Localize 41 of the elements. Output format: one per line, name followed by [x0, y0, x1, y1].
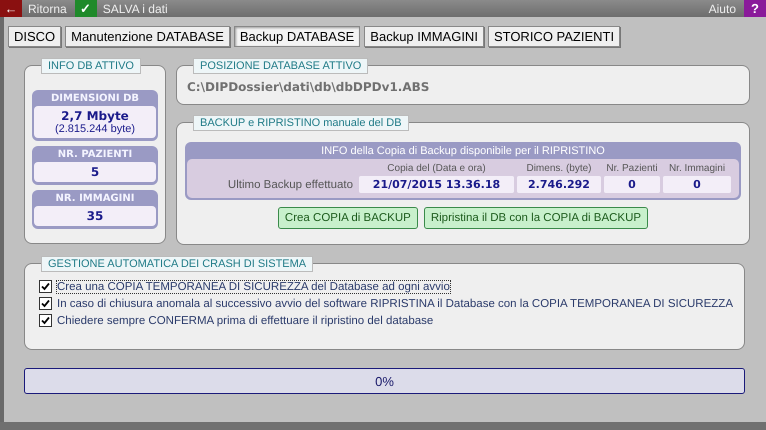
- tab[interactable]: Backup IMMAGINI: [364, 26, 484, 47]
- tab[interactable]: Manutenzione DATABASE: [65, 26, 230, 47]
- save-label[interactable]: SALVA i dati: [96, 2, 176, 16]
- card-detail: (2.815.244 byte): [54, 123, 136, 135]
- card-label: NR. PAZIENTI: [58, 148, 132, 162]
- column-header: Nr. Immagini: [668, 163, 726, 174]
- help-icon[interactable]: ?: [744, 0, 766, 17]
- tab[interactable]: Backup DATABASE: [234, 26, 360, 47]
- panel-title: INFO DB ATTIVO: [41, 58, 141, 74]
- checkbox-label[interactable]: In caso di chiusura anomala al successivo avvio del software RIPRISTINA il Database con la COPIA TEMPORANEA DI SICUREZZA: [57, 298, 733, 310]
- card-value: 2,7 Mbyte: [61, 109, 129, 123]
- value-cell: 0: [663, 176, 731, 193]
- value-cell: 0: [604, 176, 660, 193]
- panel-title: POSIZIONE DATABASE ATTIVO: [193, 58, 368, 74]
- help-label[interactable]: Aiuto: [702, 2, 744, 16]
- info-title: INFO della Copia di Backup disponibile per il RIPRISTINO: [321, 144, 605, 159]
- panel-title: GESTIONE AUTOMATICA DEI CRASH DI SISTEMA: [41, 256, 314, 272]
- back-label[interactable]: Ritorna: [22, 2, 75, 16]
- check-icon[interactable]: ✓: [74, 0, 97, 17]
- restore-button[interactable]: Ripristina il DB con la COPIA di BACKUP: [424, 207, 648, 229]
- checkbox[interactable]: [39, 280, 52, 293]
- tab[interactable]: DISCO: [8, 26, 62, 47]
- checkbox-label[interactable]: Chiedere sempre CONFERMA prima di effettuare il ripristino del database: [57, 314, 434, 326]
- card-label: NR. IMMAGINI: [56, 192, 134, 206]
- column-header: Nr. Pazienti: [605, 163, 659, 174]
- column-header: Dimens. (byte): [525, 163, 592, 174]
- create-backup-button[interactable]: Crea COPIA di BACKUP: [278, 207, 418, 229]
- value-cell: 2.746.292: [517, 176, 601, 193]
- value-cell: 21/07/2015 13.36.18: [359, 176, 514, 193]
- card-value: 5: [90, 165, 100, 179]
- tab[interactable]: STORICO PAZIENTI: [488, 26, 620, 47]
- checkbox[interactable]: [39, 314, 52, 327]
- card-label: DIMENSIONI DB: [50, 92, 140, 106]
- checkbox-label[interactable]: Crea una COPIA TEMPORANEA DI SICUREZZA del Database ad ogni avvio: [57, 280, 450, 292]
- panel-title: BACKUP e RIPRISTINO manuale del DB: [193, 115, 409, 131]
- column-header: Copia del (Data e ora): [386, 163, 487, 174]
- progress-label: 0%: [375, 374, 394, 388]
- row-label: Ultimo Backup effettuato: [226, 178, 354, 190]
- database-path: C:\DIPDossier\dati\db\dbDPDv1.ABS: [187, 80, 430, 94]
- card-value: 35: [86, 209, 104, 223]
- checkbox[interactable]: [39, 297, 52, 310]
